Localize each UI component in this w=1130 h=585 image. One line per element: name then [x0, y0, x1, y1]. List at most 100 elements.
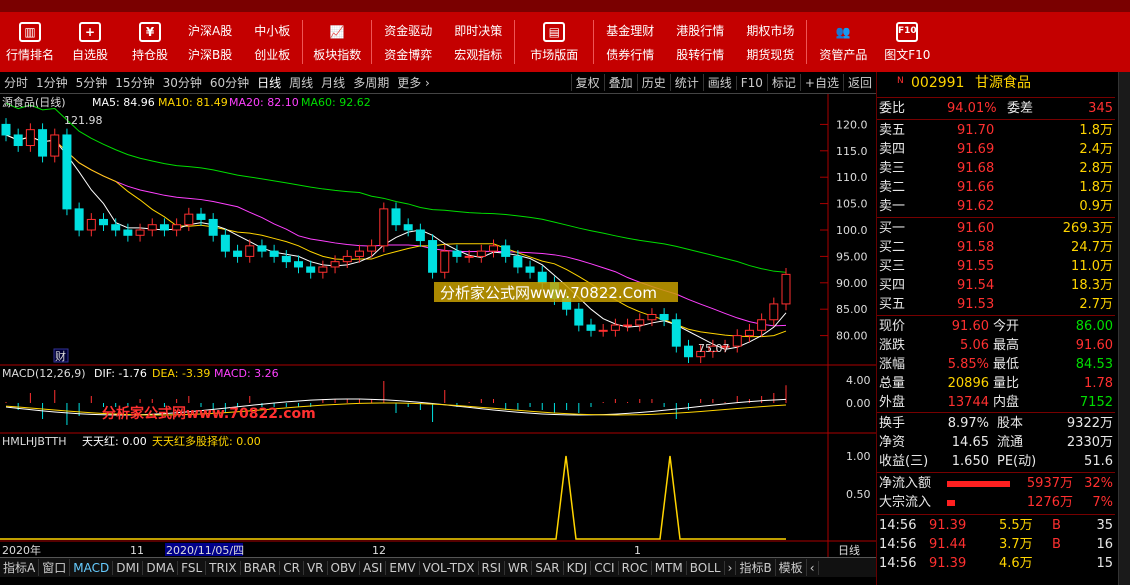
tick-row-cell: 16 — [1096, 537, 1113, 552]
indicator-tab[interactable]: 指标B — [736, 559, 776, 576]
toolbar-watchlist-button[interactable]: + 自选股 — [60, 12, 120, 72]
toolbar-asset-mgmt-button[interactable]: 👥 资管产品 — [811, 12, 875, 72]
indicator-tab[interactable]: 窗口 — [39, 559, 71, 576]
ask-row-cell: 91.62 — [957, 199, 995, 214]
toolbar-sector-button[interactable]: 📈 板块指数 — [307, 12, 367, 72]
indicator-tab[interactable]: TRIX — [206, 560, 241, 575]
indicator-tab[interactable]: CCI — [591, 560, 619, 575]
indicator-tab[interactable]: DMA — [143, 560, 179, 575]
tab-period[interactable]: 30分钟 — [159, 74, 206, 91]
toolbar-products-group: 基金理财 债券行情 港股行情 股转行情 期权市场 期货现货 — [598, 12, 802, 72]
time-label-year: 2020年 — [2, 543, 41, 557]
tool-stats[interactable]: 统计 — [669, 74, 703, 91]
tool-draw[interactable]: 画线 — [702, 74, 736, 91]
indicator-tab[interactable]: BRAR — [241, 560, 281, 575]
candle — [306, 266, 316, 273]
tool-restore-rights[interactable]: 复权 — [570, 74, 604, 91]
toolbar-link[interactable]: 债券行情 — [606, 46, 654, 63]
indicator-tab[interactable]: MACD — [70, 560, 114, 575]
toolbar-market-layout-button[interactable]: ▤ 市场版面 — [519, 12, 589, 72]
indicator-tab[interactable]: WR — [505, 560, 533, 575]
toolbar-link[interactable]: 沪深A股 — [188, 22, 232, 39]
quote-row: 现价 91.60 今开 86.00 — [877, 317, 1115, 336]
quote-row-cell: 今开 — [993, 319, 1020, 334]
quote2-row: 收益(三) 1.650 PE(动) 51.6 — [877, 452, 1115, 471]
indicator-tab[interactable]: ASI — [360, 560, 387, 575]
indicator-tab[interactable]: RSI — [479, 560, 506, 575]
toolbar-divider — [806, 20, 808, 64]
indicator-tab[interactable]: 指标A — [0, 559, 40, 576]
tool-add-watch[interactable]: +自选 — [799, 74, 843, 91]
tool-back[interactable]: 返回 — [842, 74, 876, 91]
bid-row: 买一 91.60 269.3万 — [877, 219, 1115, 238]
indicator-tab[interactable]: OBV — [328, 560, 361, 575]
indicator-tab[interactable]: BOLL — [687, 560, 725, 575]
quote2-row-cell: 14.65 — [951, 435, 989, 450]
indicator-tab[interactable]: CR — [280, 560, 304, 575]
indicator-tab[interactable]: ‹ — [807, 560, 819, 575]
tab-period[interactable]: 分时 — [0, 74, 32, 91]
indicator-tab[interactable]: ROC — [619, 560, 652, 575]
tool-history[interactable]: 历史 — [636, 74, 670, 91]
quote-row-cell: 外盘 — [879, 395, 906, 410]
toolbar-link[interactable]: 宏观指标 — [454, 46, 502, 63]
tab-period[interactable]: 更多 › — [393, 74, 434, 91]
candle — [13, 134, 23, 147]
toolbar-link[interactable]: 期货现货 — [746, 46, 794, 63]
tab-period[interactable]: 月线 — [317, 74, 349, 91]
toolbar-link[interactable]: 港股行情 — [676, 22, 724, 39]
toolbar-ranking-button[interactable]: ▥ 行情排名 — [0, 12, 60, 72]
toolbar-link[interactable]: 创业板 — [254, 46, 290, 63]
toolbar-market-group: 沪深A股 沪深B股 中小板 创业板 — [180, 12, 298, 72]
tab-period[interactable]: 5分钟 — [72, 74, 112, 91]
toolbar-holdings-button[interactable]: ¥ 持仓股 — [120, 12, 180, 72]
indicator-tab[interactable]: VR — [304, 560, 328, 575]
tab-period[interactable]: 多周期 — [349, 74, 393, 91]
tab-period[interactable]: 60分钟 — [206, 74, 253, 91]
indicator-tab[interactable]: EMV — [386, 560, 420, 575]
toolbar-link[interactable]: 中小板 — [254, 22, 290, 39]
toolbar-link[interactable]: 资金驱动 — [384, 22, 432, 39]
kline-chart-area[interactable]: 80.00 85.00 90.00 95.00 100.0 105.0 110.0 115.0… — [0, 94, 876, 557]
candle — [476, 250, 486, 257]
y-tick-label: 80.00 — [836, 330, 868, 343]
tab-period[interactable]: 周线 — [285, 74, 317, 91]
shop-icon: ▤ — [543, 21, 566, 42]
toolbar-link[interactable]: 沪深B股 — [188, 46, 232, 63]
tool-mark[interactable]: 标记 — [766, 74, 800, 91]
indicator-tab[interactable]: KDJ — [564, 560, 592, 575]
tick-row-cell: 5.5万 — [999, 518, 1033, 533]
tool-f10[interactable]: F10 — [735, 75, 767, 90]
wallet-icon: ¥ — [139, 21, 161, 42]
bid-row: 买二 91.58 24.7万 — [877, 238, 1115, 257]
indicator-tab[interactable]: 模板 — [776, 559, 807, 576]
indicator-tab[interactable]: VOL-TDX — [420, 560, 479, 575]
tab-period[interactable]: 15分钟 — [111, 74, 158, 91]
toolbar-f10-button[interactable]: F10 图文F10 — [875, 12, 939, 72]
period-indicator: 日线 — [838, 543, 860, 557]
trend-icon: 📈 — [329, 24, 345, 39]
right-scrollbar[interactable] — [1118, 72, 1130, 585]
quote-row-cell: 7152 — [1079, 395, 1113, 410]
indicator-tab[interactable]: › — [725, 560, 737, 575]
quote2-row-cell: 换手 — [879, 416, 906, 431]
candle — [257, 245, 267, 252]
toolbar-link[interactable]: 即时决策 — [454, 22, 502, 39]
toolbar-link[interactable]: 基金理财 — [606, 22, 654, 39]
toolbar-link[interactable]: 资金博弈 — [384, 46, 432, 63]
bid-row-cell: 买一 — [879, 221, 906, 236]
indicator-tab[interactable]: MTM — [652, 560, 687, 575]
tool-overlay[interactable]: 叠加 — [603, 74, 637, 91]
candle — [196, 213, 206, 220]
indicator-tab[interactable]: FSL — [178, 560, 207, 575]
toolbar-link[interactable]: 期权市场 — [746, 22, 794, 39]
watermark-text: 分析家公式网www.70822.Com — [440, 284, 657, 302]
bid-row-cell: 买三 — [879, 259, 906, 274]
macd-y-label: 0.00 — [846, 397, 871, 410]
tab-period[interactable]: 1分钟 — [32, 74, 72, 91]
toolbar-link[interactable]: 股转行情 — [676, 46, 724, 63]
indicator-tab[interactable]: SAR — [532, 560, 564, 575]
indicator-tab[interactable]: DMI — [113, 560, 144, 575]
tab-period-active[interactable]: 日线 — [253, 74, 285, 91]
toolbar-divider — [593, 20, 595, 64]
